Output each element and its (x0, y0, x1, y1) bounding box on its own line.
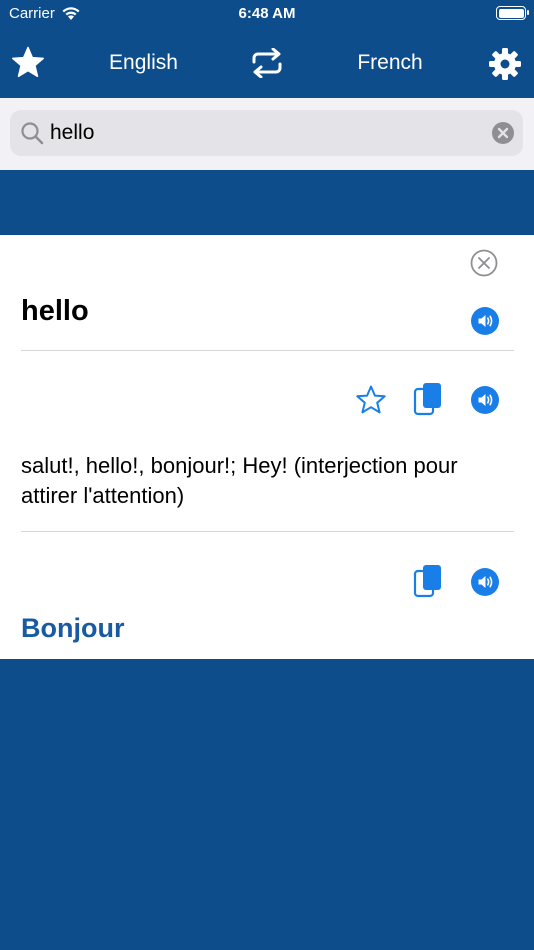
speaker-icon[interactable] (471, 307, 499, 335)
search-input[interactable] (50, 110, 470, 156)
result-card: hello salut!, hello!, bonjour!; Hey! (in… (0, 235, 534, 659)
speaker-icon[interactable] (471, 568, 499, 596)
copy-icon[interactable] (413, 563, 443, 599)
source-language-button[interactable]: English (0, 51, 287, 75)
search-bar (0, 98, 534, 170)
search-field[interactable] (10, 110, 523, 156)
speaker-icon[interactable] (471, 386, 499, 414)
status-time: 6:48 AM (238, 5, 296, 22)
status-bar: Carrier 6:48 AM (0, 0, 534, 28)
search-word: hello (21, 295, 89, 327)
translation-text: Bonjour (21, 613, 125, 643)
clear-icon[interactable] (492, 122, 514, 144)
star-outline-icon[interactable] (355, 384, 387, 416)
nav-bar: English French (0, 28, 534, 98)
search-icon (21, 122, 44, 145)
divider (21, 531, 514, 532)
divider (21, 350, 514, 351)
battery-icon (496, 6, 529, 20)
settings-gear-icon[interactable] (487, 46, 523, 82)
definition-text: salut!, hello!, bonjour!; Hey! (interjec… (21, 453, 458, 508)
copy-icon[interactable] (413, 381, 443, 417)
close-icon[interactable] (470, 249, 498, 277)
